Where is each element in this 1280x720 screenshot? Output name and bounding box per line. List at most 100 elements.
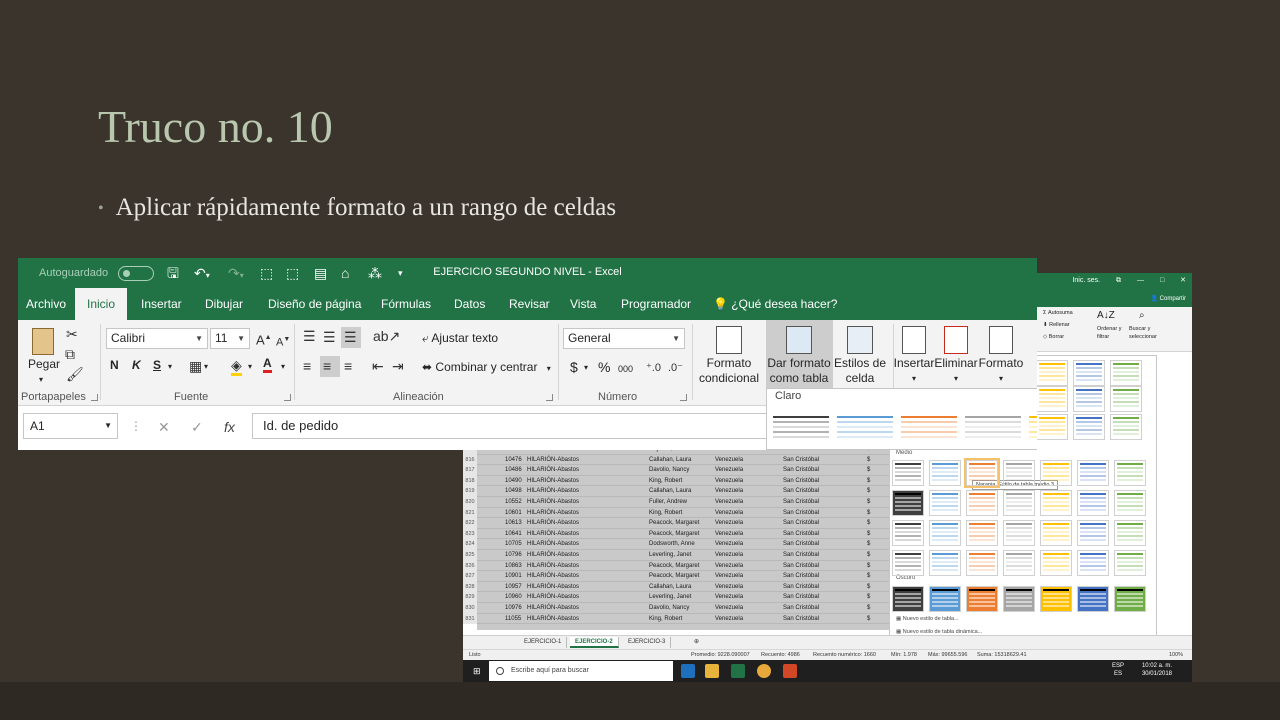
- table-style-dark[interactable]: [1114, 586, 1146, 612]
- name-box[interactable]: A1 ▼: [23, 413, 118, 439]
- table-style-light-1[interactable]: [771, 413, 831, 449]
- table-row[interactable]: 10601 HILARIÓN-Abastos King, Robert Venezue…: [477, 508, 897, 519]
- align-left-icon[interactable]: ≡: [303, 358, 311, 374]
- table-style-light-extra[interactable]: [1073, 386, 1105, 412]
- close-icon[interactable]: ✕: [1180, 277, 1186, 284]
- decrease-decimal-icon[interactable]: .0⁻: [668, 360, 683, 376]
- alignment-launcher-icon[interactable]: [546, 394, 553, 401]
- table-style-medium[interactable]: [966, 520, 998, 546]
- tab-inicio[interactable]: Inicio: [75, 288, 128, 320]
- selected-data-range[interactable]: 10395HILARIÓN-AbastosSuyama, MichaelVene…: [477, 444, 897, 630]
- merge-center-button[interactable]: ⬌ Combinar y centrar ▾: [422, 360, 551, 376]
- table-style-medium[interactable]: [1077, 550, 1109, 576]
- format-as-table-icon[interactable]: [786, 326, 812, 354]
- table-style-medium[interactable]: [1003, 520, 1035, 546]
- table-style-medium[interactable]: [964, 458, 1000, 488]
- table-style-light-extra[interactable]: [1073, 360, 1105, 386]
- table-style-medium[interactable]: [1003, 550, 1035, 576]
- add-sheet-icon[interactable]: ⊕: [689, 637, 704, 648]
- table-style-light-2[interactable]: [835, 413, 895, 449]
- taskbar-search-box[interactable]: Escribe aquí para buscar: [489, 661, 673, 681]
- table-style-light-extra[interactable]: [1110, 386, 1142, 412]
- conditional-format-button[interactable]: Formato condicional: [694, 356, 764, 386]
- table-style-medium[interactable]: [892, 520, 924, 546]
- format-cells-icon[interactable]: [989, 326, 1013, 354]
- table-row[interactable]: 10796 HILARIÓN-Abastos Leverling, Janet Ven…: [477, 550, 897, 561]
- powerpoint-taskbar-icon[interactable]: [783, 664, 797, 678]
- taskbar-clock[interactable]: 10:02 a. m. 30/01/2018: [1142, 662, 1172, 678]
- autosum-button[interactable]: Σ Autosuma: [1043, 310, 1073, 316]
- table-style-medium[interactable]: [1003, 490, 1035, 516]
- table-style-medium[interactable]: [1077, 460, 1109, 486]
- table-style-dark[interactable]: [966, 586, 998, 612]
- tab-dibujar[interactable]: Dibujar: [205, 288, 243, 320]
- table-style-medium[interactable]: [1114, 520, 1146, 546]
- thousands-button[interactable]: 000: [618, 362, 633, 377]
- table-row[interactable]: 10976 HILARIÓN-Abastos Davolio, Nancy Venez…: [477, 603, 897, 614]
- table-row[interactable]: 10863 HILARIÓN-Abastos Peacock, Margaret Ve…: [477, 561, 897, 572]
- table-style-medium[interactable]: [929, 460, 961, 486]
- edge-icon[interactable]: [681, 664, 695, 678]
- align-middle-icon[interactable]: ☰: [323, 329, 336, 345]
- row-number[interactable]: 826: [463, 560, 477, 572]
- table-style-medium[interactable]: [929, 520, 961, 546]
- number-launcher-icon[interactable]: [680, 394, 687, 401]
- sheet-tab-ejercicio-2[interactable]: EJERCICIO-2: [570, 637, 619, 648]
- increase-decimal-icon[interactable]: ⁺.0: [646, 360, 661, 376]
- table-style-dark[interactable]: [1077, 586, 1109, 612]
- wrap-text-button[interactable]: ⤶ Ajustar texto: [422, 331, 498, 346]
- font-color-icon[interactable]: A: [263, 356, 272, 373]
- table-row[interactable]: 10960 HILARIÓN-Abastos Leverling, Janet Ven…: [477, 592, 897, 603]
- table-style-dark[interactable]: [1040, 586, 1072, 612]
- table-row[interactable]: 10490 HILARIÓN-Abastos King, Robert Venezue…: [477, 476, 897, 487]
- row-number[interactable]: 817: [463, 465, 477, 476]
- currency-button[interactable]: $: [570, 360, 578, 375]
- clear-button[interactable]: ◇ Borrar: [1043, 334, 1064, 340]
- underline-dropdown-icon[interactable]: ▾: [168, 359, 172, 374]
- insert-cells-icon[interactable]: [902, 326, 926, 354]
- row-number[interactable]: 831: [463, 613, 477, 625]
- table-row[interactable]: 10641 HILARIÓN-Abastos Peacock, Margaret Ve…: [477, 529, 897, 540]
- table-style-medium[interactable]: [1114, 460, 1146, 486]
- font-launcher-icon[interactable]: [284, 394, 291, 401]
- language-indicator[interactable]: ESP ES: [1112, 662, 1124, 678]
- table-style-light-extra[interactable]: [1036, 414, 1068, 440]
- table-style-dark[interactable]: [1003, 586, 1035, 612]
- maximize-icon[interactable]: □: [1160, 277, 1164, 284]
- table-style-medium[interactable]: [929, 550, 961, 576]
- number-format-select[interactable]: General ▼: [563, 328, 685, 349]
- conditional-format-icon[interactable]: [716, 326, 742, 354]
- file-explorer-icon[interactable]: [705, 664, 719, 678]
- table-style-medium[interactable]: [929, 490, 961, 516]
- percent-button[interactable]: %: [598, 360, 610, 375]
- format-painter-icon[interactable]: 🖌: [66, 366, 84, 382]
- table-style-light-extra[interactable]: [1073, 414, 1105, 440]
- currency-dropdown-icon[interactable]: ▾: [584, 360, 588, 375]
- font-color-dropdown-icon[interactable]: ▾: [281, 359, 285, 374]
- borders-icon[interactable]: ▦: [189, 358, 202, 374]
- table-row[interactable]: 10486 HILARIÓN-Abastos Davolio, Nancy Venez…: [477, 465, 897, 476]
- borders-dropdown-icon[interactable]: ▾: [204, 359, 208, 374]
- row-number[interactable]: 816: [463, 454, 477, 466]
- italic-button[interactable]: K: [132, 358, 141, 373]
- paste-dropdown-icon[interactable]: ▾: [39, 372, 43, 387]
- table-style-light-4[interactable]: [963, 413, 1023, 449]
- align-bottom-icon[interactable]: ☰: [344, 329, 357, 345]
- table-row[interactable]: 10476 HILARIÓN-Abastos Callahan, Laura Vene…: [477, 455, 897, 466]
- row-number[interactable]: 818: [463, 475, 477, 487]
- sort-filter-button[interactable]: Ordenar y: [1097, 326, 1121, 332]
- minimize-icon[interactable]: —: [1137, 277, 1144, 284]
- copy-icon[interactable]: ⧉: [65, 346, 75, 362]
- orientation-icon[interactable]: ab↗: [373, 328, 400, 344]
- table-style-medium[interactable]: [892, 490, 924, 516]
- sheet-tab-ejercicio-3[interactable]: EJERCICIO-3: [623, 637, 672, 648]
- paste-icon[interactable]: [32, 328, 54, 355]
- table-style-medium[interactable]: [892, 550, 924, 576]
- sheet-tab-ejercicio-1[interactable]: EJERCICIO-1: [519, 637, 568, 648]
- excel-taskbar-icon[interactable]: [731, 664, 745, 678]
- row-number[interactable]: 824: [463, 539, 477, 550]
- ribbon-display-icon[interactable]: ⧉: [1116, 277, 1121, 284]
- table-row[interactable]: 10901 HILARIÓN-Abastos Peacock, Margaret Ve…: [477, 571, 897, 582]
- tab-archivo[interactable]: Archivo: [26, 288, 66, 320]
- tab-datos[interactable]: Datos: [454, 288, 485, 320]
